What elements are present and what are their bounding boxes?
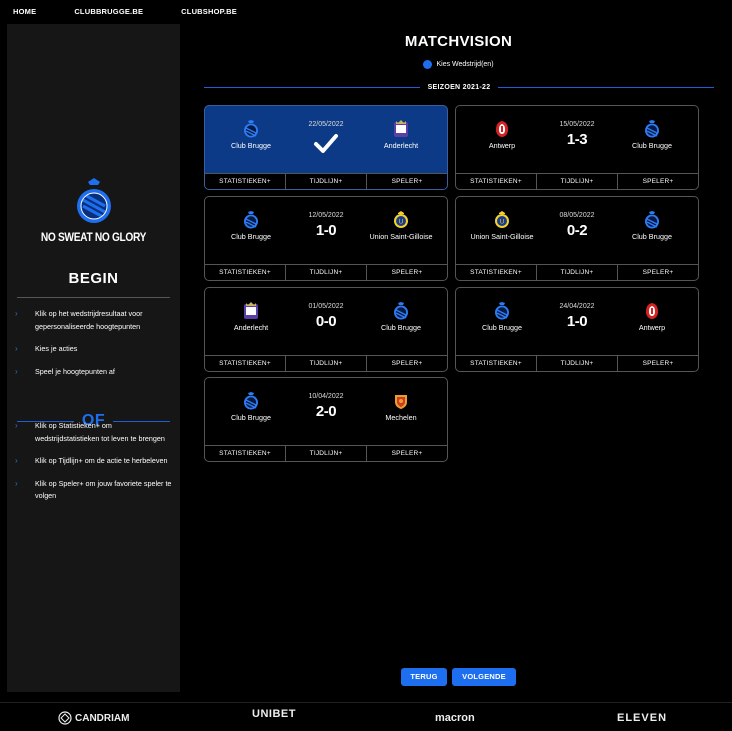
sponsor-macron: macron [435, 712, 475, 724]
union-saint-gilloise-badge-icon: U [394, 211, 408, 228]
away-team: Club Brugge [607, 211, 697, 242]
sponsor-candriam: CANDRIAM [58, 711, 129, 725]
nav-home-link[interactable]: HOME [13, 7, 36, 16]
club-brugge-badge-icon [645, 120, 659, 138]
nav-clubbrugge-link[interactable]: CLUBBRUGGE.BE [74, 7, 143, 16]
instruction-item: › Klik op het wedstrijdresultaat voor gep… [15, 309, 143, 331]
timeline-button[interactable]: TIJDLIJN+ [286, 265, 367, 280]
card-action-row: STATISTIEKEN+ TIJDLIJN+ SPELER+ [456, 173, 698, 189]
card-action-row: STATISTIEKEN+ TIJDLIJN+ SPELER+ [205, 173, 447, 189]
player-button[interactable]: SPELER+ [367, 174, 447, 189]
sponsor-eleven: ELEVEN [617, 712, 668, 724]
statistics-button[interactable]: STATISTIEKEN+ [205, 356, 286, 371]
card-action-row: STATISTIEKEN+ TIJDLIJN+ SPELER+ [205, 355, 447, 371]
nav-clubshop-link[interactable]: CLUBSHOP.BE [181, 7, 237, 16]
player-button[interactable]: SPELER+ [618, 265, 698, 280]
club-brugge-badge-icon [645, 211, 659, 229]
mechelen-badge-icon [395, 395, 407, 409]
statistics-button[interactable]: STATISTIEKEN+ [205, 265, 286, 280]
player-button[interactable]: SPELER+ [618, 174, 698, 189]
antwerp-badge-icon [646, 303, 658, 319]
away-team-name: Union Saint-Gilloise [369, 232, 433, 241]
timeline-button[interactable]: TIJDLIJN+ [286, 174, 367, 189]
away-team: U Union Saint-Gilloise [356, 211, 446, 242]
away-team: Mechelen [356, 392, 446, 423]
instruction-item: › Speel je hoogtepunten af [15, 366, 175, 379]
svg-text:U: U [399, 220, 403, 226]
match-card[interactable]: U Union Saint-Gilloise 08/05/2022 0-2 Cl… [455, 196, 699, 281]
sponsor-unibet: UNIBET [252, 708, 296, 720]
instruction-item: › Klik op Speler+ om jouw favoriete spele… [15, 478, 172, 501]
club-brugge-crest-icon [76, 178, 111, 223]
page-title: MATCHVISION [404, 33, 513, 50]
away-team-name: Club Brugge [381, 323, 421, 332]
match-picker[interactable]: Kies Wedstrijd(en) [190, 60, 727, 69]
away-team: Club Brugge [607, 120, 697, 151]
statistics-button[interactable]: STATISTIEKEN+ [205, 174, 286, 189]
player-button[interactable]: SPELER+ [618, 356, 698, 371]
statistics-button[interactable]: STATISTIEKEN+ [456, 174, 537, 189]
statistics-button[interactable]: STATISTIEKEN+ [456, 356, 537, 371]
player-button[interactable]: SPELER+ [367, 446, 447, 461]
statistics-button[interactable]: STATISTIEKEN+ [205, 446, 286, 461]
match-card[interactable]: Club Brugge 24/04/2022 1-0 Antwerp STATI… [455, 287, 699, 372]
chevron-right-icon: › [15, 421, 18, 430]
timeline-button[interactable]: TIJDLIJN+ [537, 174, 618, 189]
timeline-button[interactable]: TIJDLIJN+ [537, 356, 618, 371]
instruction-item: › Klik op Tijdlijn+ om de actie te herbel… [15, 455, 175, 468]
anderlecht-badge-icon [394, 120, 408, 137]
away-team: Club Brugge [356, 302, 446, 333]
away-team-name: Mechelen [385, 413, 417, 422]
instruction-item: › Kies je acties [15, 343, 175, 356]
away-team: Anderlecht [356, 120, 446, 151]
slogan: NO SWEAT NO GLORY [40, 230, 147, 244]
club-logo: NO SWEAT NO GLORY [7, 176, 180, 244]
club-brugge-badge-icon [394, 302, 408, 320]
checkmark-icon [314, 134, 338, 153]
back-button[interactable]: TERUG [401, 668, 447, 686]
away-team-name: Club Brugge [632, 232, 672, 241]
sidebar: NO SWEAT NO GLORY BEGIN › Klik op het wed… [7, 24, 180, 692]
begin-heading: BEGIN [68, 270, 119, 287]
chevron-right-icon: › [15, 344, 18, 353]
timeline-button[interactable]: TIJDLIJN+ [286, 356, 367, 371]
instruction-item: › Klik op Statistieken+ om wedstrijdstati… [15, 421, 165, 443]
statistics-button[interactable]: STATISTIEKEN+ [456, 265, 537, 280]
card-action-row: STATISTIEKEN+ TIJDLIJN+ SPELER+ [205, 264, 447, 280]
chevron-right-icon: › [15, 309, 18, 318]
match-card[interactable]: Antwerp 15/05/2022 1-3 Club Brugge STATI… [455, 105, 699, 190]
home-team-name: Club Brugge [231, 141, 271, 150]
chevron-right-icon: › [15, 456, 18, 465]
match-card[interactable]: Anderlecht 01/05/2022 0-0 Club Brugge ST… [204, 287, 448, 372]
away-team-name: Antwerp [638, 323, 666, 332]
divider [17, 297, 170, 298]
season-separator: SEIZOEN 2021-22 [204, 84, 714, 91]
card-action-row: STATISTIEKEN+ TIJDLIJN+ SPELER+ [456, 355, 698, 371]
next-button[interactable]: VOLGENDE [452, 668, 516, 686]
card-action-row: STATISTIEKEN+ TIJDLIJN+ SPELER+ [205, 445, 447, 461]
top-nav: HOME CLUBBRUGGE.BE CLUBSHOP.BE [0, 0, 732, 22]
chevron-right-icon: › [15, 366, 18, 376]
match-card[interactable]: Club Brugge 12/05/2022 1-0 U Union Saint… [204, 196, 448, 281]
match-card[interactable]: Club Brugge 22/05/2022 Anderlecht STATIS… [204, 105, 448, 190]
away-team: Antwerp [607, 302, 697, 333]
timeline-button[interactable]: TIJDLIJN+ [537, 265, 618, 280]
player-button[interactable]: SPELER+ [367, 265, 447, 280]
sponsor-bar: CANDRIAM UNIBET macron ELEVEN [0, 702, 732, 731]
instruction-list-alt: › Klik op Statistieken+ om wedstrijdstati… [15, 420, 175, 513]
away-team-name: Anderlecht [383, 141, 419, 150]
radio-dot-icon[interactable] [423, 60, 433, 69]
player-button[interactable]: SPELER+ [367, 356, 447, 371]
card-action-row: STATISTIEKEN+ TIJDLIJN+ SPELER+ [456, 264, 698, 280]
picker-label: Kies Wedstrijd(en) [436, 61, 494, 68]
instruction-list: › Klik op het wedstrijdresultaat voor gep… [15, 308, 175, 388]
timeline-button[interactable]: TIJDLIJN+ [286, 446, 367, 461]
away-team-name: Club Brugge [632, 141, 672, 150]
chevron-right-icon: › [15, 478, 18, 488]
match-card[interactable]: Club Brugge 10/04/2022 2-0 Mechelen STAT… [204, 377, 448, 462]
candriam-logo-icon [58, 711, 72, 725]
